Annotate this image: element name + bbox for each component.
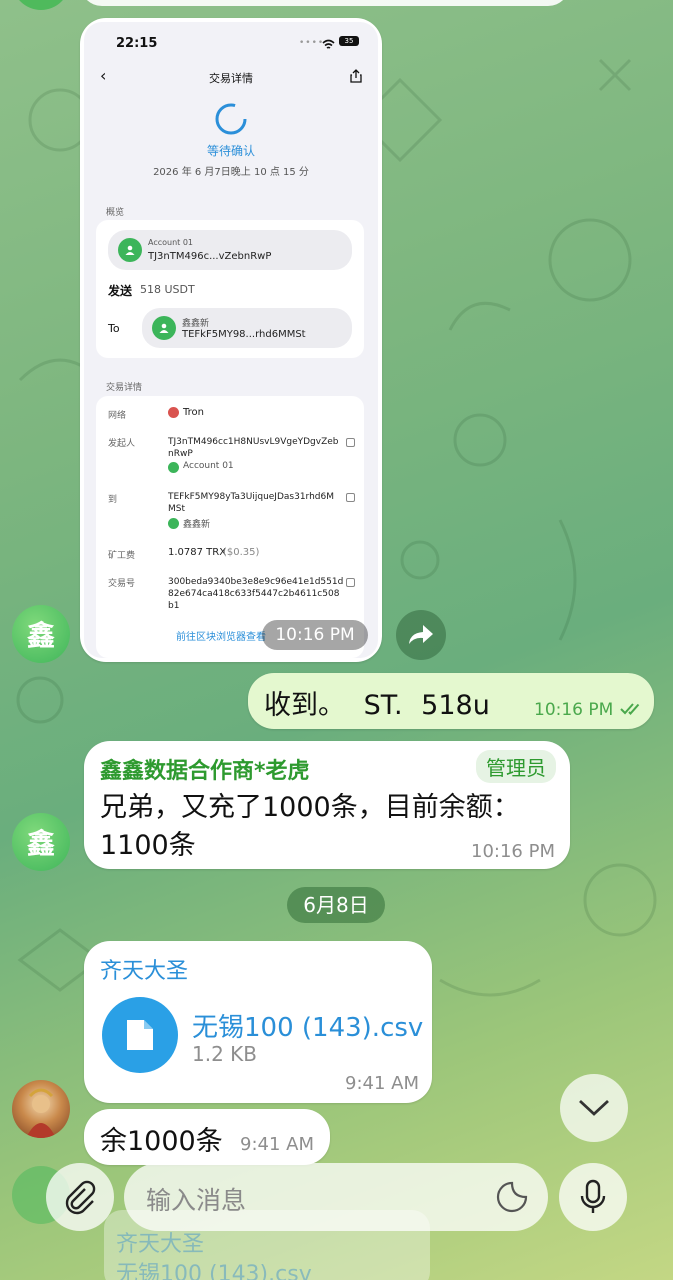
outgoing-message-time: 10:16 PM <box>534 700 614 720</box>
header-title: 交易详情 <box>209 72 253 85</box>
microphone-icon <box>580 1179 606 1213</box>
network-label: 网络 <box>108 411 127 421</box>
to-label: To <box>108 322 120 335</box>
to-row-address-line1: TEFkF5MY98yTa3UijqueJDas31rhd6M <box>168 492 334 502</box>
transaction-screenshot[interactable]: 22:15 •••• 35 ‹ 交易详情 等待确认 2026 年 6 月7日晚上… <box>84 22 378 658</box>
voice-record-button[interactable] <box>559 1163 627 1231</box>
from-account-name: Account 01 <box>148 238 194 247</box>
photo-time: 10:16 PM <box>275 625 355 645</box>
txid-line2: 82e674ca418c633f5447c2b4611c508 <box>168 589 340 599</box>
initiator-label: 发起人 <box>108 439 136 449</box>
battery-level: 35 <box>344 37 354 45</box>
paperclip-icon <box>65 1180 96 1215</box>
to-account-name: 鑫鑫新 <box>182 319 210 329</box>
scroll-down-button[interactable] <box>560 1074 628 1142</box>
message-input-field[interactable]: 输入消息 <box>124 1163 548 1231</box>
message-time: 10:16 PM <box>471 841 555 862</box>
txid-label: 交易号 <box>108 579 136 589</box>
account-avatar-icon <box>118 238 142 262</box>
file-download-button[interactable] <box>102 997 178 1073</box>
file-message-bubble[interactable]: 齐天大圣 无锡100 (143).csv 1.2 KB 9:41 AM <box>84 941 432 1103</box>
outgoing-message-text: 收到。 ST. 518u <box>264 690 490 721</box>
wifi-icon <box>322 35 335 54</box>
initiator-address-line1: TJ3nTM496cc1H8NUsvL9VgeYDgvZeb <box>168 437 339 447</box>
send-amount: 518 USDT <box>140 283 195 296</box>
forward-button[interactable] <box>396 610 446 660</box>
text-message-bubble[interactable]: 余1000条 9:41 AM <box>84 1109 330 1165</box>
initiator-address-line2: nRwP <box>168 449 193 459</box>
to-row-address-line2: MSt <box>168 504 186 514</box>
send-label: 发送 <box>108 284 133 298</box>
sticker-icon[interactable] <box>496 1181 528 1217</box>
fee-usd: ($0.35) <box>223 547 260 558</box>
details-label: 交易详情 <box>106 383 143 393</box>
from-address: TJ3nTM496c...vZebnRwP <box>148 251 272 262</box>
read-checkmarks-icon <box>620 701 644 720</box>
forward-arrow-icon <box>409 625 433 644</box>
message-text-line1: 兄弟，又充了1000条，目前余额： <box>100 792 520 823</box>
message-input-placeholder: 输入消息 <box>146 1186 247 1215</box>
copy-icon[interactable] <box>346 438 355 447</box>
fee-label: 矿工费 <box>108 551 136 561</box>
message-time: 9:41 AM <box>240 1134 314 1155</box>
admin-badge: 管理员 <box>476 750 556 783</box>
copy-icon[interactable] <box>346 493 355 502</box>
ghost-file-name: 无锡100 (143).csv <box>116 1262 312 1280</box>
date-chip: 6月8日 <box>287 887 385 923</box>
to-row-label: 到 <box>108 495 118 505</box>
battery-icon: 35 <box>339 36 359 46</box>
txid-line1: 300beda9340be3e8e9c96e41e1d551d <box>168 577 344 587</box>
admin-badge-label: 管理员 <box>486 756 546 780</box>
sender-name: 鑫鑫数据合作商*老虎 <box>100 759 310 784</box>
to-row-account: 鑫鑫新 <box>183 520 211 530</box>
file-size: 1.2 KB <box>192 1042 257 1066</box>
attach-button[interactable] <box>46 1163 114 1231</box>
incoming-message-bubble[interactable]: 鑫鑫数据合作商*老虎 管理员 兄弟，又充了1000条，目前余额： 1100条 1… <box>84 741 570 869</box>
previous-bubble-edge <box>80 0 570 6</box>
avatar-letter: 鑫 <box>26 827 55 860</box>
details-card: 网络 Tron 发起人 TJ3nTM496cc1H8NUsvL9VgeYDgvZ… <box>96 396 364 658</box>
account-avatar-icon <box>152 316 176 340</box>
status-time: 22:15 <box>116 36 158 51</box>
explorer-link[interactable]: 前往区块浏览器查看 <box>176 628 266 643</box>
overview-label: 概览 <box>106 208 125 218</box>
sender-name: 齐天大圣 <box>100 959 189 984</box>
sender-avatar-image[interactable] <box>12 1080 70 1138</box>
message-text-line2: 1100条 <box>100 830 196 861</box>
initiator-account: Account 01 <box>183 461 234 471</box>
transaction-datetime: 2026 年 6 月7日晚上 10 点 15 分 <box>153 167 309 178</box>
date-chip-label: 6月8日 <box>303 893 369 917</box>
network-value: Tron <box>183 407 204 418</box>
to-address: TEFkF5MY98...rhd6MMSt <box>182 329 306 340</box>
chevron-down-icon <box>579 1099 609 1116</box>
txid-line3: b1 <box>168 601 180 611</box>
sender-avatar[interactable]: 鑫 <box>12 813 70 871</box>
copy-icon[interactable] <box>346 578 355 587</box>
account-avatar-icon <box>168 462 179 473</box>
file-icon <box>127 1020 153 1050</box>
message-text: 余1000条 <box>100 1126 223 1157</box>
pending-spinner-icon <box>214 102 248 140</box>
sender-avatar[interactable]: 鑫 <box>12 605 70 663</box>
previous-avatar-edge <box>12 0 70 10</box>
tron-icon <box>168 407 179 418</box>
photo-time-badge: 10:16 PM <box>262 620 368 650</box>
file-message-time: 9:41 AM <box>345 1073 419 1094</box>
to-account-pill[interactable]: 鑫鑫新 TEFkF5MY98...rhd6MMSt <box>142 308 352 348</box>
outgoing-message-bubble[interactable]: 收到。 ST. 518u 10:16 PM <box>248 673 654 729</box>
share-icon[interactable] <box>350 68 362 87</box>
signal-dots-icon: •••• <box>299 38 325 48</box>
pending-state: 等待确认 <box>206 144 255 158</box>
photo-message-bubble[interactable]: 22:15 •••• 35 ‹ 交易详情 等待确认 2026 年 6 月7日晚上… <box>80 18 382 662</box>
overview-card: Account 01 TJ3nTM496c...vZebnRwP 发送 518 … <box>96 220 364 358</box>
account-avatar-icon <box>168 518 179 529</box>
from-account-pill[interactable]: Account 01 TJ3nTM496c...vZebnRwP <box>108 230 352 270</box>
avatar-letter: 鑫 <box>26 619 55 652</box>
fee-value: 1.0787 TRX <box>168 547 227 558</box>
file-name[interactable]: 无锡100 (143).csv <box>192 1007 423 1044</box>
